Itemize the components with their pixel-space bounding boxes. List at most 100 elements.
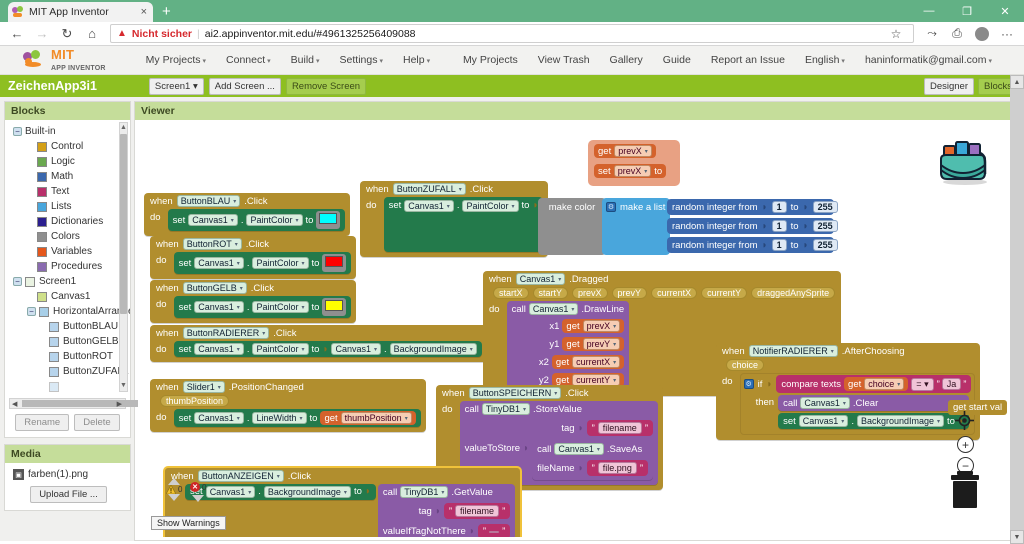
tree-item-canvas1[interactable]: Canvas1 xyxy=(9,289,128,304)
text-value-field[interactable]: file.png xyxy=(598,462,637,474)
block-call-canvas-drawline[interactable]: call Canvas1▾ .DrawLine x1 getprevX▾ y1 … xyxy=(507,301,630,391)
add-screen-button[interactable]: Add Screen ... xyxy=(209,78,281,95)
scroll-left-icon[interactable]: ◀ xyxy=(12,400,17,408)
tree-item-buttongelb[interactable]: ButtonGELB xyxy=(9,334,128,349)
event-param-prevx[interactable]: prevX xyxy=(572,287,608,299)
link-view-trash[interactable]: View Trash xyxy=(528,54,600,66)
page-vertical-scrollbar[interactable]: ▲ ▼ xyxy=(1010,75,1024,544)
component-dropdown[interactable]: TinyDB1▾ xyxy=(400,486,448,498)
address-bar[interactable]: ▲ Nicht sicher | ai2.appinventor.mit.edu… xyxy=(110,24,914,43)
block-compare-texts[interactable]: compare texts getchoice▾ = ▾ ”Ja” xyxy=(776,375,971,393)
block-get-currentx[interactable]: getcurrentX▾ xyxy=(552,355,624,369)
event-param-thumbposition[interactable]: thumbPosition xyxy=(160,395,229,407)
warning-up-arrow-icon[interactable] xyxy=(168,478,180,485)
screen-selector[interactable]: Screen1 ▾ xyxy=(149,78,204,95)
component-dropdown[interactable]: Slider1▾ xyxy=(183,381,225,393)
tree-item-lists[interactable]: Lists xyxy=(9,199,128,214)
event-param-currenty[interactable]: currentY xyxy=(701,287,747,299)
variable-dropdown[interactable]: thumbPosition▾ xyxy=(341,412,412,424)
tree-item-colors[interactable]: Colors xyxy=(9,229,128,244)
property-dropdown[interactable]: LineWidth▾ xyxy=(252,412,306,424)
link-gallery[interactable]: Gallery xyxy=(600,54,653,66)
event-param-starty[interactable]: startY xyxy=(533,287,569,299)
tabs-aside-icon[interactable]: ⎙ xyxy=(946,24,968,44)
event-param-currentx[interactable]: currentX xyxy=(651,287,697,299)
page-scroll-up-icon[interactable]: ▲ xyxy=(1010,75,1024,89)
text-value-field[interactable] xyxy=(489,531,499,533)
block-when-buttonrot-click[interactable]: when ButtonROT▾ .Click do set Canvas1▾ .… xyxy=(150,236,356,279)
tree-item-dictionaries[interactable]: Dictionaries xyxy=(9,214,128,229)
block-when-buttonradierer-click[interactable]: when ButtonRADIERER▾ .Click do set Canva… xyxy=(150,325,487,362)
block-random-integer-1[interactable]: random integer from ◗ 1 to ◗ 255 xyxy=(667,199,834,215)
tree-item-buttonzufall[interactable]: ButtonZUFALL xyxy=(9,364,128,379)
block-random-integer-2[interactable]: random integer from ◗ 1 to ◗ 255 xyxy=(667,218,834,234)
block-text-filename[interactable]: ”filename” xyxy=(587,420,653,436)
favorite-star-icon[interactable]: ☆ xyxy=(885,24,907,44)
random-min-field[interactable]: 1 xyxy=(772,239,787,251)
variable-dropdown[interactable]: currentX▾ xyxy=(572,356,620,368)
block-if-then[interactable]: ⚙ if ◗ compare texts getchoice▾ = ▾ ”Ja” xyxy=(740,373,976,435)
component-dropdown[interactable]: Canvas1▾ xyxy=(404,200,454,212)
designer-toggle-button[interactable]: Designer xyxy=(924,78,974,95)
property-dropdown[interactable]: BackgroundImage▾ xyxy=(857,415,944,427)
account-email-menu[interactable]: haninformatik@gmail.com▾ xyxy=(855,54,1002,66)
tree-item-control[interactable]: Control xyxy=(9,139,128,154)
block-orphan-variable-group[interactable]: get prevX▾ set prevX▾ to xyxy=(588,140,680,186)
component-dropdown[interactable]: ButtonROT▾ xyxy=(183,238,242,250)
block-call-canvas-clear[interactable]: call Canvas1▾ .Clear xyxy=(778,395,969,411)
minimize-icon[interactable]: — xyxy=(910,0,948,22)
media-file-item[interactable]: ▣ farben(1).png xyxy=(13,469,124,480)
tree-item-variables[interactable]: Variables xyxy=(9,244,128,259)
component-dropdown[interactable]: Canvas1▾ xyxy=(194,343,244,355)
component-dropdown[interactable]: Canvas1▾ xyxy=(206,486,256,498)
block-when-slider1-positionchanged[interactable]: when Slider1▾ .PositionChanged thumbPosi… xyxy=(150,379,426,432)
component-dropdown[interactable]: Canvas1▾ xyxy=(188,214,238,226)
scroll-down-icon[interactable]: ▼ xyxy=(120,382,127,389)
color-swatch-yellow[interactable] xyxy=(325,300,343,311)
value-component-dropdown[interactable]: Canvas1▾ xyxy=(331,343,381,355)
remove-screen-button[interactable]: Remove Screen xyxy=(286,78,366,95)
collapse-icon[interactable]: − xyxy=(13,277,22,286)
variable-dropdown[interactable]: prevX▾ xyxy=(614,145,652,157)
block-get-prevx[interactable]: getprevX▾ xyxy=(562,319,624,333)
menu-build[interactable]: Build▾ xyxy=(281,54,330,66)
variable-dropdown[interactable]: choice▾ xyxy=(864,378,904,390)
tree-item-built-in[interactable]: −Built-in xyxy=(9,124,128,139)
color-swatch-red[interactable] xyxy=(325,256,343,267)
error-down-arrow-icon[interactable] xyxy=(192,495,204,502)
language-selector[interactable]: English▾ xyxy=(795,54,855,66)
more-options-icon[interactable]: ··· xyxy=(996,24,1018,44)
close-icon[interactable]: × xyxy=(139,6,149,18)
block-set-canvas-paintcolor[interactable]: set Canvas1▾ . PaintColor▾ to xyxy=(168,209,346,231)
forward-icon[interactable]: → xyxy=(31,24,53,44)
tree-item-horizontalarrangement[interactable]: −HorizontalArrangemer xyxy=(9,304,128,319)
block-text-filename[interactable]: ”filename” xyxy=(444,503,510,519)
event-param-draggedanysprite[interactable]: draggedAnySprite xyxy=(751,287,835,299)
color-swatch-cyan[interactable] xyxy=(319,213,337,224)
compare-operator-dropdown[interactable]: = ▾ xyxy=(911,378,933,391)
error-indicator[interactable]: ✕ 0 xyxy=(190,482,206,502)
scroll-up-icon[interactable]: ▲ xyxy=(120,124,127,131)
component-dropdown[interactable]: Canvas1▾ xyxy=(800,397,850,409)
mutator-gear-icon[interactable]: ⚙ xyxy=(744,379,754,389)
block-set-canvas-linewidth[interactable]: set Canvas1▾ . LineWidth▾ to get thumbPo… xyxy=(174,409,421,427)
block-make-a-list[interactable]: ⚙ make a list xyxy=(602,198,670,255)
block-text-filepng[interactable]: ”file.png” xyxy=(587,460,648,476)
property-dropdown[interactable]: PaintColor▾ xyxy=(462,200,518,212)
block-call-tinydb-getvalue[interactable]: call TinyDB1▾ .GetValue tag ◗ ”filename”… xyxy=(378,484,515,537)
component-dropdown[interactable]: TinyDB1▾ xyxy=(482,403,530,415)
menu-connect[interactable]: Connect▾ xyxy=(216,54,281,66)
app-inventor-logo[interactable]: MIT APP INVENTOR xyxy=(22,48,106,73)
maximize-icon[interactable]: ❐ xyxy=(948,0,986,22)
delete-button[interactable]: Delete xyxy=(74,414,119,431)
component-dropdown[interactable]: Canvas1▾ xyxy=(529,303,579,315)
tree-item-math[interactable]: Math xyxy=(9,169,128,184)
tree-item-partial[interactable] xyxy=(9,379,128,394)
text-value-field[interactable]: filename xyxy=(455,505,499,517)
tree-horizontal-scrollbar[interactable]: ◀ ▶ xyxy=(9,398,126,409)
reload-icon[interactable]: ↻ xyxy=(56,24,78,44)
link-guide[interactable]: Guide xyxy=(653,54,701,66)
tree-item-logic[interactable]: Logic xyxy=(9,154,128,169)
warning-down-arrow-icon[interactable] xyxy=(168,494,180,501)
variable-dropdown[interactable]: prevY▾ xyxy=(583,338,621,350)
